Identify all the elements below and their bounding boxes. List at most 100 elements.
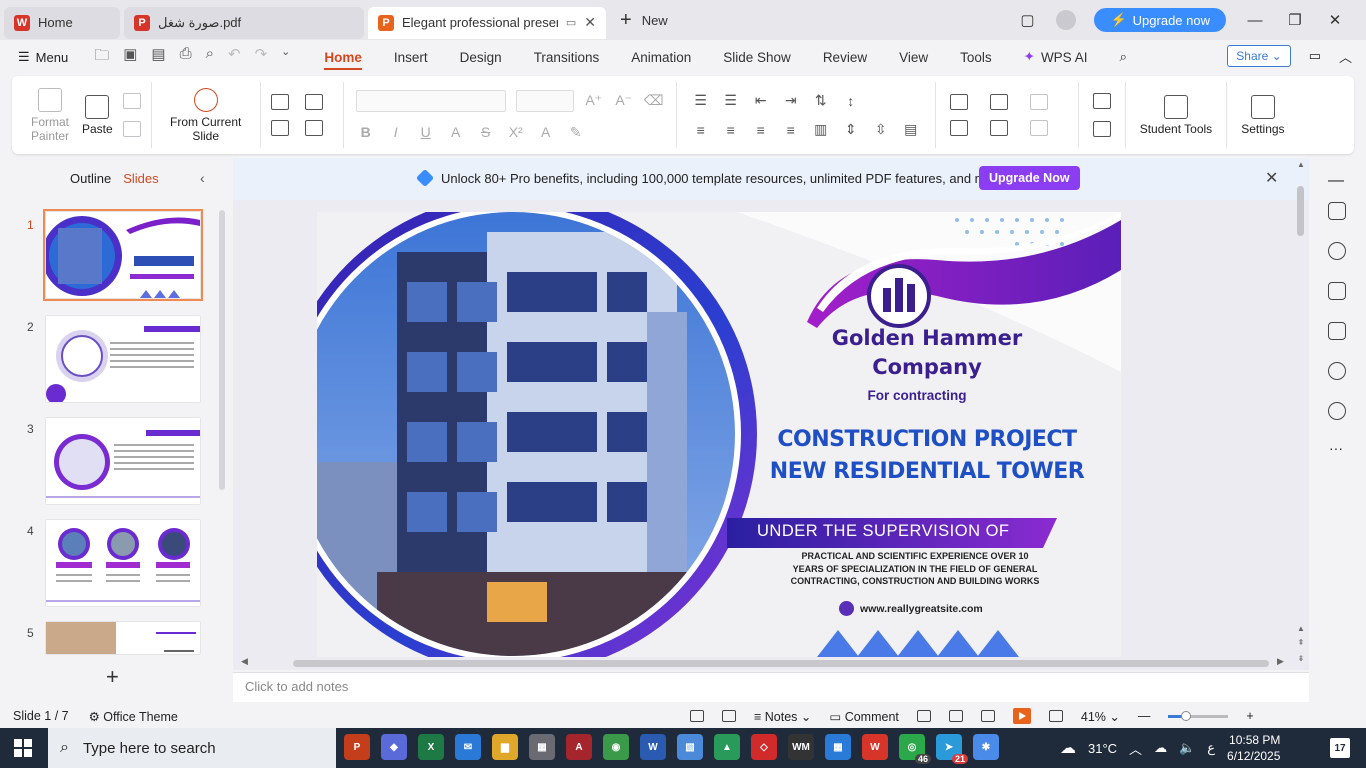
- align-left-icon[interactable]: ≡: [691, 122, 711, 138]
- strikethrough-icon[interactable]: S: [476, 124, 496, 140]
- star-icon[interactable]: [1328, 242, 1346, 260]
- format-painter-button[interactable]: Format Painter: [28, 87, 72, 143]
- superscript-icon[interactable]: X²: [506, 124, 526, 140]
- scroll-up-icon[interactable]: ▲: [1295, 160, 1307, 169]
- section-icon[interactable]: [304, 120, 323, 136]
- slide-thumbnail-1[interactable]: [43, 209, 203, 301]
- tab-wps-ai[interactable]: ✦ WPS AI: [1008, 40, 1104, 74]
- settings-button[interactable]: Settings: [1241, 94, 1285, 136]
- history-icon[interactable]: [1328, 362, 1346, 380]
- tab-presentation[interactable]: P Elegant professional presentat ▭ ✕: [368, 6, 606, 39]
- student-tools-button[interactable]: Student Tools: [1140, 94, 1212, 136]
- main-menu-button[interactable]: ☰ Menu: [18, 49, 68, 65]
- picture-icon[interactable]: [989, 94, 1008, 110]
- slide-thumbnail-4[interactable]: [46, 520, 200, 606]
- font-color-icon[interactable]: A: [536, 124, 556, 140]
- numbering-icon[interactable]: ☰: [721, 92, 741, 109]
- highlight-icon[interactable]: ✎: [566, 124, 586, 141]
- find-icon[interactable]: [1092, 93, 1111, 109]
- add-slide-icon[interactable]: +: [106, 664, 119, 690]
- temperature[interactable]: 31°C: [1088, 741, 1117, 756]
- shapes-icon[interactable]: [949, 94, 968, 110]
- tab-animation[interactable]: Animation: [615, 40, 707, 74]
- font-size-field[interactable]: [515, 89, 574, 112]
- cut-icon[interactable]: [122, 93, 141, 109]
- increase-font-icon[interactable]: A⁺: [584, 92, 604, 109]
- fit-icon[interactable]: [690, 710, 704, 722]
- monitor-icon[interactable]: ▭: [566, 16, 576, 29]
- slides-tab[interactable]: Slides: [123, 171, 158, 186]
- notification-center[interactable]: 17: [1330, 738, 1350, 758]
- volume-icon[interactable]: 🔈: [1179, 740, 1195, 756]
- arrange-icon[interactable]: [989, 120, 1008, 136]
- slideshow-play-button[interactable]: [1012, 708, 1031, 724]
- tab-view[interactable]: View: [883, 40, 944, 74]
- help-icon[interactable]: [1328, 402, 1346, 420]
- close-promo-icon[interactable]: ✕: [1265, 168, 1278, 188]
- show-hidden-icons[interactable]: ︿: [1129, 739, 1142, 758]
- from-current-slide-button[interactable]: From Current Slide: [168, 87, 244, 143]
- share-button[interactable]: Share ⌄: [1227, 45, 1291, 67]
- promo-upgrade-button[interactable]: Upgrade Now: [979, 166, 1080, 190]
- comment-toggle[interactable]: ▭ Comment: [829, 709, 898, 724]
- text-shadow-icon[interactable]: A: [446, 124, 466, 140]
- select-icon[interactable]: [1092, 121, 1111, 137]
- horizontal-scrollbar[interactable]: [293, 660, 1269, 667]
- more-icon[interactable]: ···: [1329, 440, 1343, 456]
- tab-tools[interactable]: Tools: [944, 40, 1008, 74]
- vertical-scroll-thumb[interactable]: [1297, 186, 1304, 236]
- slide-thumbnail-5[interactable]: [46, 622, 200, 654]
- open-folder-icon[interactable]: 🗀: [94, 45, 109, 70]
- zoom-level[interactable]: 41% ⌄: [1081, 709, 1120, 724]
- align-center-icon[interactable]: ≡: [721, 122, 741, 138]
- notes-pane[interactable]: Click to add notes: [233, 672, 1309, 702]
- bug-app-icon[interactable]: ✱: [973, 734, 999, 760]
- font-name-field[interactable]: [355, 89, 506, 112]
- tab-insert[interactable]: Insert: [378, 40, 444, 74]
- powerpoint-app-icon[interactable]: P: [344, 734, 370, 760]
- avatar[interactable]: [1056, 10, 1077, 30]
- decrease-font-icon[interactable]: A⁻: [614, 92, 634, 109]
- taskbar-search-field[interactable]: ⌕ Type here to search: [48, 728, 336, 768]
- reading-view-icon[interactable]: [980, 710, 995, 722]
- zoom-out-icon[interactable]: —: [1138, 709, 1151, 723]
- collapse-sidebar-icon[interactable]: —: [1328, 172, 1344, 190]
- reading-icon[interactable]: [722, 710, 736, 722]
- redo-icon[interactable]: ↷: [255, 45, 268, 70]
- increase-indent-icon[interactable]: ⇥: [781, 92, 801, 109]
- vertical-scrollbar[interactable]: ▲ ▲ ⇞ ⇟: [1295, 158, 1307, 670]
- close-tab-icon[interactable]: ✕: [584, 14, 596, 31]
- telegram-app-icon[interactable]: ➤ 21: [936, 734, 968, 764]
- search-icon[interactable]: ⌕: [1103, 40, 1143, 74]
- textbox-insert-icon[interactable]: [949, 120, 968, 136]
- fit-window-icon[interactable]: [1048, 710, 1063, 722]
- windows-start-icon[interactable]: [14, 739, 32, 757]
- italic-icon[interactable]: I: [386, 124, 406, 140]
- slide-thumbnail-2[interactable]: [46, 316, 200, 402]
- tab-pdf[interactable]: P صورة شغل.pdf: [124, 6, 364, 39]
- zoom-in-icon[interactable]: +: [1246, 709, 1253, 723]
- notes-toggle[interactable]: ≡ Notes ⌄: [754, 709, 811, 724]
- new-slide-icon[interactable]: [270, 94, 289, 110]
- outline-tab[interactable]: Outline: [70, 171, 111, 186]
- tablet-mode-icon[interactable]: ▢: [1016, 11, 1038, 29]
- calculator-app-icon[interactable]: ▦: [529, 734, 555, 760]
- normal-view-icon[interactable]: [916, 710, 931, 722]
- store-app-icon[interactable]: ▦: [825, 734, 851, 760]
- chrome-app-icon[interactable]: ◉: [603, 734, 629, 760]
- justify-icon[interactable]: ≡: [781, 122, 801, 138]
- decrease-indent-icon[interactable]: ⇤: [751, 92, 771, 109]
- text-direction-icon[interactable]: ⇅: [811, 92, 831, 109]
- export-pdf-icon[interactable]: ▤: [151, 45, 165, 70]
- print-icon[interactable]: ⎙: [180, 45, 192, 70]
- animation-icon[interactable]: [1328, 282, 1346, 300]
- wm-app-icon[interactable]: WM: [788, 734, 814, 760]
- text-box-icon[interactable]: ▤: [901, 121, 921, 138]
- copilot-app-icon[interactable]: ◆: [381, 734, 407, 760]
- language-indicator[interactable]: ع: [1207, 740, 1215, 756]
- columns-icon[interactable]: ▥: [811, 121, 831, 138]
- tab-home[interactable]: W Home: [4, 6, 120, 39]
- restore-icon[interactable]: ❐: [1284, 11, 1306, 29]
- clear-format-icon[interactable]: ⌫: [644, 92, 664, 109]
- bold-icon[interactable]: B: [356, 124, 376, 140]
